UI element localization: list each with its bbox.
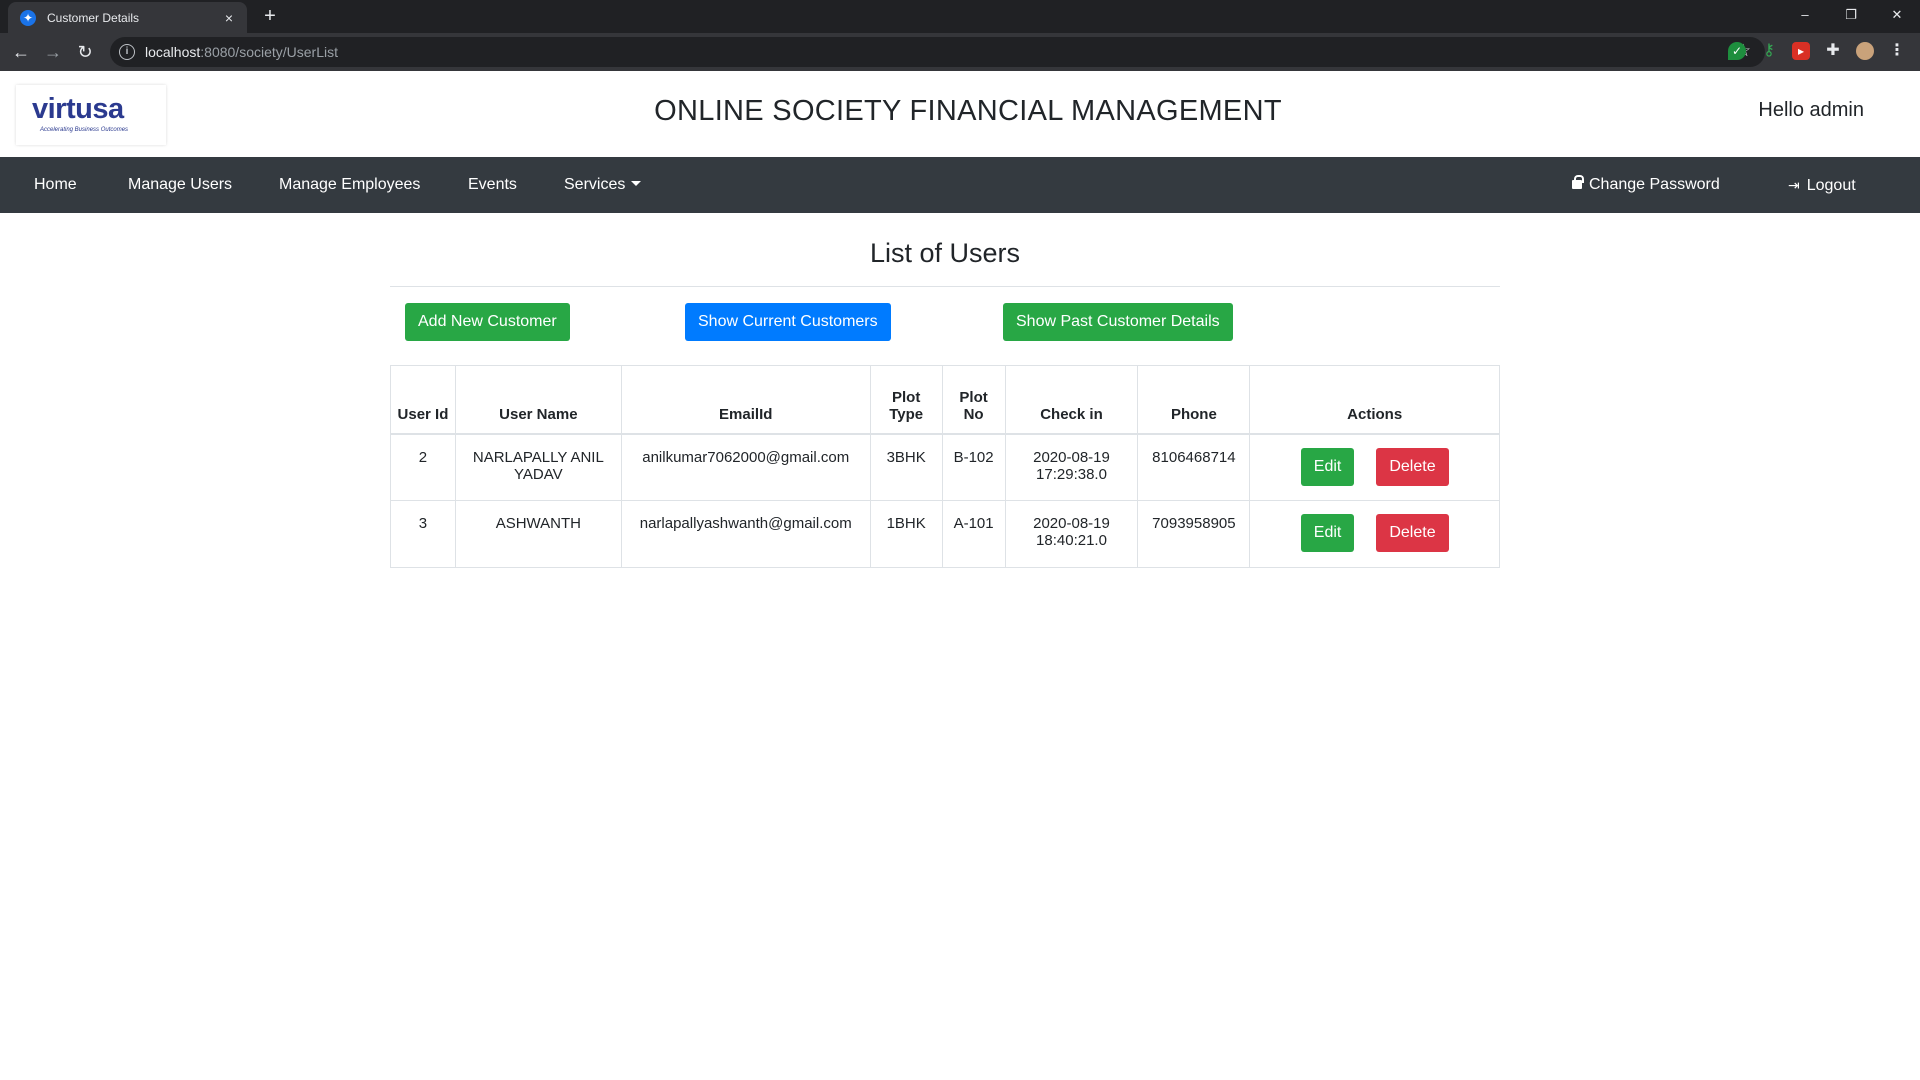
cell-user-name: ASHWANTH bbox=[454, 500, 622, 568]
browser-tab-strip: ✦ Customer Details × + – ❐ ✕ bbox=[0, 0, 1920, 33]
tab-close-icon[interactable]: × bbox=[217, 10, 241, 26]
add-new-customer-button[interactable]: Add New Customer bbox=[405, 303, 570, 341]
table-row: 2 NARLAPALLY ANIL YADAV anilkumar7062000… bbox=[390, 432, 1500, 501]
edit-button[interactable]: Edit bbox=[1300, 447, 1355, 486]
cell-check-in: 2020-08-19 17:29:38.0 bbox=[1004, 432, 1139, 501]
header-check-in: Check in bbox=[1004, 365, 1139, 434]
cell-plot-type: 1BHK bbox=[869, 500, 943, 568]
page-title: List of Users bbox=[869, 238, 1021, 268]
restore-button[interactable]: ❐ bbox=[1828, 0, 1874, 30]
app-title: ONLINE SOCIETY FINANCIAL MANAGEMENT bbox=[654, 95, 1282, 127]
address-bar[interactable]: i localhost:8080/society/UserList ☆ bbox=[110, 37, 1765, 67]
change-password-label: Change Password bbox=[1589, 176, 1720, 193]
cell-email: anilkumar7062000@gmail.com bbox=[620, 432, 871, 501]
nav-change-password[interactable]: Change Password bbox=[1572, 157, 1720, 213]
main-navbar: Home Manage Users Manage Employees Event… bbox=[0, 157, 1920, 213]
header-email: EmailId bbox=[620, 365, 871, 434]
nav-manage-users[interactable]: Manage Users bbox=[128, 157, 232, 213]
delete-button[interactable]: Delete bbox=[1376, 447, 1449, 486]
chevron-down-icon bbox=[631, 181, 642, 186]
site-favicon-icon: ✦ bbox=[20, 9, 36, 26]
nav-events[interactable]: Events bbox=[468, 157, 517, 213]
cell-plot-no: B-102 bbox=[941, 432, 1006, 501]
header-plot-no: Plot No bbox=[941, 365, 1006, 434]
cell-plot-type: 3BHK bbox=[869, 432, 943, 501]
back-arrow-icon[interactable]: ← bbox=[8, 39, 34, 65]
cell-plot-no: A-101 bbox=[941, 500, 1006, 568]
browser-menu-icon[interactable]: ⋮ bbox=[1888, 42, 1906, 60]
cell-user-id: 2 bbox=[390, 432, 456, 501]
logout-icon: ⇥ bbox=[1788, 177, 1800, 193]
extensions-puzzle-icon[interactable]: ✚ bbox=[1824, 42, 1842, 60]
main-content: List of Users Add New Customer Show Curr… bbox=[390, 213, 1500, 568]
table-row: 3 ASHWANTH narlapallyashwanth@gmail.com … bbox=[390, 500, 1500, 568]
key-extension-icon[interactable]: ⚷ bbox=[1760, 42, 1778, 60]
forward-arrow-icon[interactable]: → bbox=[40, 39, 66, 65]
close-window-button[interactable]: ✕ bbox=[1874, 0, 1920, 30]
header-user-id: User Id bbox=[390, 365, 456, 434]
user-greeting: Hello admin bbox=[1758, 99, 1864, 121]
shield-extension-icon[interactable]: ✓ bbox=[1728, 42, 1746, 60]
header-user-name: User Name bbox=[454, 365, 622, 434]
users-table: User Id User Name EmailId Plot Type Plot… bbox=[390, 365, 1500, 568]
nav-logout[interactable]: ⇥ Logout bbox=[1788, 157, 1856, 213]
edit-button[interactable]: Edit bbox=[1300, 514, 1355, 552]
cell-user-name: NARLAPALLY ANIL YADAV bbox=[454, 432, 622, 501]
media-extension-icon[interactable]: ▸ bbox=[1792, 42, 1810, 60]
divider bbox=[390, 286, 1500, 287]
nav-home[interactable]: Home bbox=[34, 157, 77, 213]
app-header: virtusa Accelerating Business Outcomes O… bbox=[0, 71, 1920, 157]
header-plot-type: Plot Type bbox=[869, 365, 943, 434]
cell-phone: 8106468714 bbox=[1137, 432, 1251, 501]
lock-icon bbox=[1572, 175, 1584, 189]
logout-label: Logout bbox=[1806, 177, 1856, 194]
header-phone: Phone bbox=[1137, 365, 1251, 434]
nav-services-dropdown[interactable]: Services bbox=[564, 157, 642, 213]
cell-check-in: 2020-08-19 18:40:21.0 bbox=[1004, 500, 1139, 568]
show-past-customers-button[interactable]: Show Past Customer Details bbox=[1003, 303, 1233, 341]
services-label: Services bbox=[564, 176, 626, 193]
minimize-button[interactable]: – bbox=[1782, 0, 1828, 30]
delete-button[interactable]: Delete bbox=[1376, 514, 1449, 552]
nav-manage-employees[interactable]: Manage Employees bbox=[279, 157, 420, 213]
table-header-row: User Id User Name EmailId Plot Type Plot… bbox=[390, 365, 1500, 434]
cell-actions: Edit Delete bbox=[1249, 432, 1500, 501]
cell-phone: 7093958905 bbox=[1137, 500, 1251, 568]
window-controls: – ❐ ✕ bbox=[1782, 0, 1920, 30]
reload-icon[interactable]: ↻ bbox=[72, 39, 98, 65]
show-current-customers-button[interactable]: Show Current Customers bbox=[685, 303, 891, 341]
profile-avatar-icon[interactable] bbox=[1856, 42, 1874, 60]
browser-tab[interactable]: ✦ Customer Details × bbox=[8, 2, 247, 33]
cell-actions: Edit Delete bbox=[1249, 500, 1500, 568]
site-info-icon[interactable]: i bbox=[119, 44, 135, 60]
new-tab-button[interactable]: + bbox=[258, 4, 282, 28]
tab-title: Customer Details bbox=[47, 10, 140, 25]
cell-email: narlapallyashwanth@gmail.com bbox=[620, 500, 871, 568]
cell-user-id: 3 bbox=[390, 500, 456, 568]
browser-toolbar: ← → ↻ i localhost:8080/society/UserList … bbox=[0, 33, 1920, 71]
header-actions: Actions bbox=[1249, 365, 1500, 434]
url-text: localhost:8080/society/UserList bbox=[145, 44, 338, 60]
